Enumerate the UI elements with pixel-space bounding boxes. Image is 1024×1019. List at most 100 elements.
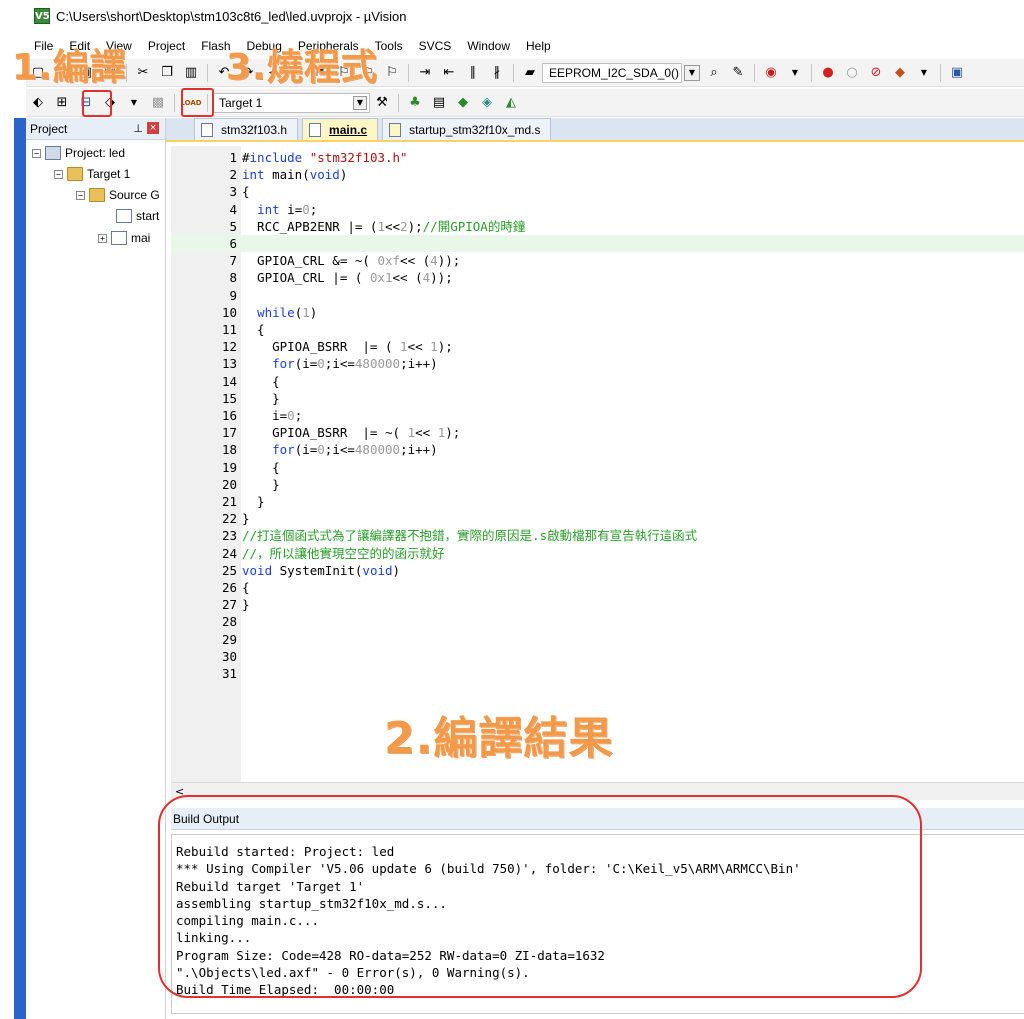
target-select[interactable]: Target 1 ▼	[212, 92, 370, 113]
code-line[interactable]: 24 //，所以讓他實現空空的的函示就好	[171, 545, 1024, 562]
code-line[interactable]: 5 RCC_APB2ENR |= (1<<2);//開GPIOA的時鐘	[171, 218, 1024, 235]
dropdown-icon[interactable]: ▼	[914, 63, 934, 83]
asm-file-icon	[389, 122, 402, 137]
code-line[interactable]: 22}	[171, 510, 1024, 527]
manage-components-icon[interactable]: ♣	[405, 93, 425, 113]
paste-icon[interactable]: ▥	[181, 63, 201, 83]
toolbar-separator	[207, 63, 208, 82]
code-line[interactable]: 18 for(i=0;i<=480000;i++)	[171, 441, 1024, 458]
code-text: GPIOA_BSRR |= ~( 1<< 1);	[242, 425, 461, 441]
menu-svcs[interactable]: SVCS	[411, 39, 460, 53]
find-icon[interactable]: ⌕	[704, 63, 724, 83]
find-combo[interactable]: EEPROM_I2C_SDA_0()	[542, 62, 682, 83]
tree-item-target[interactable]: − Target 1	[54, 165, 130, 183]
code-line[interactable]: 27}	[171, 596, 1024, 613]
window-layout-icon[interactable]: ▣	[947, 63, 967, 83]
menu-project[interactable]: Project	[140, 39, 193, 53]
line-number: 21	[221, 494, 237, 509]
comment-icon[interactable]: ∥	[463, 63, 483, 83]
copy-icon[interactable]: ❐	[157, 63, 177, 83]
tree-item-project[interactable]: − Project: led	[32, 144, 125, 162]
pack-installer-icon[interactable]: ◭	[501, 93, 521, 113]
breakpoint-enable-icon[interactable]: ○	[842, 63, 862, 83]
code-line[interactable]: 10 while(1)	[171, 304, 1024, 321]
line-number: 25	[221, 562, 237, 578]
code-line[interactable]: 7 GPIOA_CRL &= ~( 0xf<< (4));	[171, 252, 1024, 269]
pin-icon[interactable]: ⊥	[133, 122, 143, 135]
code-line[interactable]: 16 i=0;	[171, 407, 1024, 424]
toolbar-separator	[408, 63, 409, 82]
tree-item-source-group[interactable]: − Source G	[76, 186, 160, 204]
code-text: {	[242, 459, 280, 475]
bookmark-clear-icon[interactable]: ⚐	[382, 63, 402, 83]
combo-dropdown-icon[interactable]: ▼	[684, 64, 700, 81]
menu-help[interactable]: Help	[518, 39, 559, 53]
code-line[interactable]: 14 {	[171, 373, 1024, 390]
code-line[interactable]: 15 }	[171, 390, 1024, 407]
code-line[interactable]: 21 }	[171, 493, 1024, 510]
code-line[interactable]: 1 #include "stm32f103.h"	[171, 149, 1024, 166]
code-text: GPIOA_CRL &= ~( 0xf<< (4));	[242, 253, 461, 269]
tree-item-main-file[interactable]: + mai	[98, 229, 150, 247]
stop-build-icon[interactable]: ▩	[148, 93, 168, 113]
unindent-icon[interactable]: ⇤	[439, 63, 459, 83]
compile-button-highlight	[82, 90, 112, 117]
collapse-icon[interactable]: −	[54, 169, 63, 179]
incremental-find-icon[interactable]: ✎	[728, 63, 748, 83]
code-line[interactable]: 6	[171, 235, 1024, 252]
target-options-icon[interactable]: ⚒	[372, 93, 392, 113]
annotation-build-result: 2.編譯結果	[384, 713, 614, 764]
manage-run-time-icon[interactable]: ◆	[453, 93, 473, 113]
code-editor[interactable]: 1 #include "stm32f103.h" 2 int main(void) 3{…	[171, 146, 1024, 782]
cut-icon[interactable]: ✂	[133, 63, 153, 83]
build-output-highlight	[158, 795, 922, 998]
code-line[interactable]: 17 GPIOA_BSRR |= ~( 1<< 1);	[171, 424, 1024, 441]
uvision-app-icon: V5	[34, 8, 50, 24]
load-button-highlight	[181, 88, 214, 117]
toolbar-separator	[513, 63, 514, 82]
tab-startup-s[interactable]: startup_stm32f10x_md.s	[382, 118, 552, 140]
expand-icon[interactable]: +	[98, 233, 107, 243]
tab-main-c[interactable]: main.c	[302, 118, 379, 140]
code-text: //打這個函式式為了讓編譯器不抱錯，實際的原因是.s啟動檔那有宣告執行這函式	[242, 528, 698, 544]
code-line[interactable]: 3{	[171, 183, 1024, 200]
title-bar: V5 C:\Users\short\Desktop\stm103c8t6_led…	[0, 0, 1024, 34]
code-line[interactable]: 13 for(i=0;i<=480000;i++)	[171, 355, 1024, 372]
breakpoint-disable-all-icon[interactable]: ⊘	[866, 63, 886, 83]
indent-icon[interactable]: ⇥	[415, 63, 435, 83]
code-line[interactable]: 4 int i=0;	[171, 201, 1024, 218]
code-line[interactable]: 19 {	[171, 459, 1024, 476]
code-line[interactable]: 2 int main(void)	[171, 166, 1024, 183]
file-extensions-icon[interactable]: ▤	[429, 93, 449, 113]
select-software-packs-icon[interactable]: ◈	[477, 93, 497, 113]
code-line[interactable]: 25 void SystemInit(void)	[171, 562, 1024, 579]
collapse-icon[interactable]: −	[76, 190, 85, 200]
code-line[interactable]: 20 }	[171, 476, 1024, 493]
code-line[interactable]: 29	[171, 631, 1024, 648]
code-line[interactable]: 31	[171, 665, 1024, 682]
breakpoint-insert-icon[interactable]: ●	[818, 63, 838, 83]
code-line[interactable]: 9	[171, 287, 1024, 304]
code-line[interactable]: 11 {	[171, 321, 1024, 338]
build-icon[interactable]: ⊞	[52, 93, 72, 113]
dropdown-icon[interactable]: ▼	[785, 63, 805, 83]
code-line[interactable]: 12 GPIOA_BSRR |= ( 1<< 1);	[171, 338, 1024, 355]
code-line[interactable]: 30	[171, 648, 1024, 665]
breakpoint-kill-all-icon[interactable]: ◆	[890, 63, 910, 83]
code-text: {	[242, 580, 250, 595]
dropdown-icon[interactable]: ▼	[124, 93, 144, 113]
uncomment-icon[interactable]: ∦	[487, 63, 507, 83]
collapse-icon[interactable]: −	[32, 148, 41, 158]
menu-window[interactable]: Window	[459, 39, 518, 53]
code-line[interactable]: 8 GPIOA_CRL |= ( 0x1<< (4));	[171, 269, 1024, 286]
code-line[interactable]: 26 {	[171, 579, 1024, 596]
line-number: 2	[229, 167, 237, 183]
close-icon[interactable]: ×	[147, 122, 159, 134]
translate-icon[interactable]: ⬖	[28, 93, 48, 113]
tree-item-startup-file[interactable]: start	[116, 207, 159, 225]
code-line[interactable]: 28	[171, 613, 1024, 630]
debug-session-icon[interactable]: ◉	[761, 63, 781, 83]
find-in-files-icon[interactable]: ▰	[520, 63, 540, 83]
code-line[interactable]: 23 //打這個函式式為了讓編譯器不抱錯，實際的原因是.s啟動檔那有宣告執行這函式	[171, 527, 1024, 544]
tab-stm32f103-h[interactable]: stm32f103.h	[194, 118, 299, 140]
